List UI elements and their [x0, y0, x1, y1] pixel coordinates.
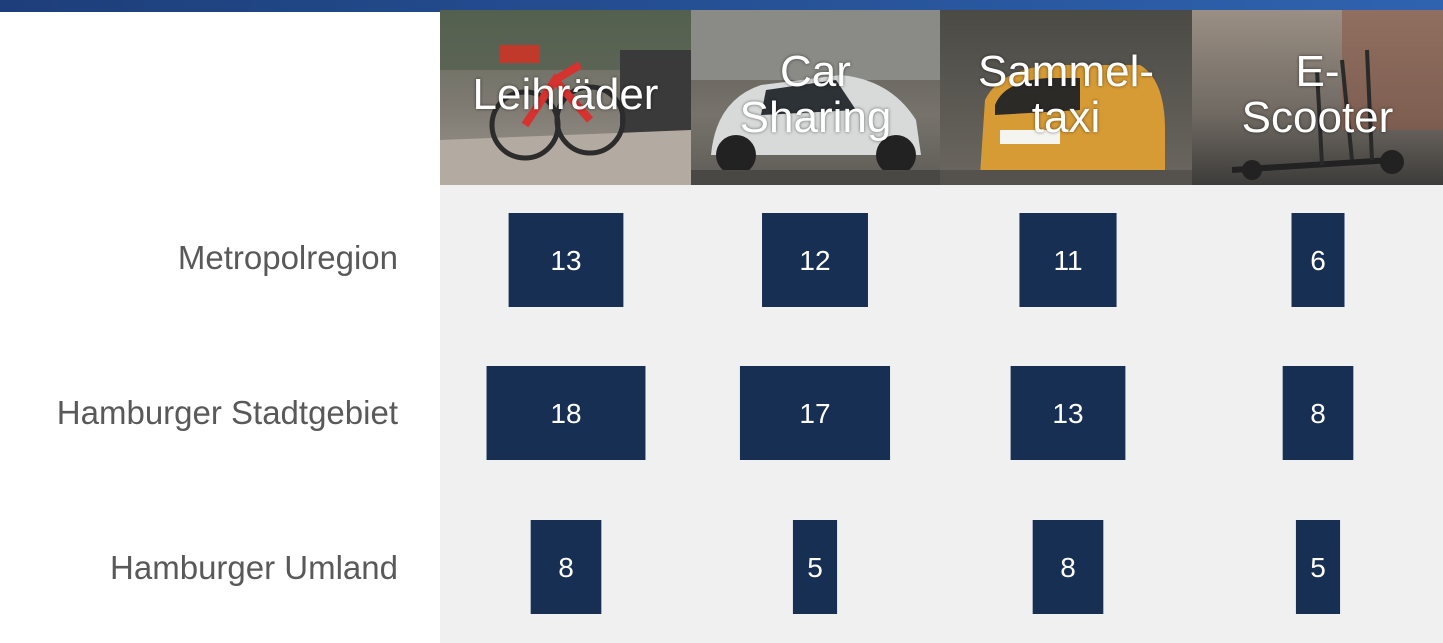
value-label: 8: [1060, 552, 1076, 583]
value-label: 8: [558, 552, 574, 583]
box-chart: 13 12 11 6 18 17 13 8 8 5 8 5: [486, 213, 1354, 614]
value-label: 18: [550, 398, 581, 429]
value-label: 13: [550, 245, 581, 276]
value-label: 5: [807, 552, 823, 583]
value-label: 5: [1310, 552, 1326, 583]
value-label: 11: [1053, 245, 1082, 276]
value-label: 17: [799, 398, 830, 429]
value-label: 12: [799, 245, 830, 276]
value-label: 8: [1310, 398, 1326, 429]
value-label: 13: [1052, 398, 1083, 429]
value-label: 6: [1310, 245, 1326, 276]
